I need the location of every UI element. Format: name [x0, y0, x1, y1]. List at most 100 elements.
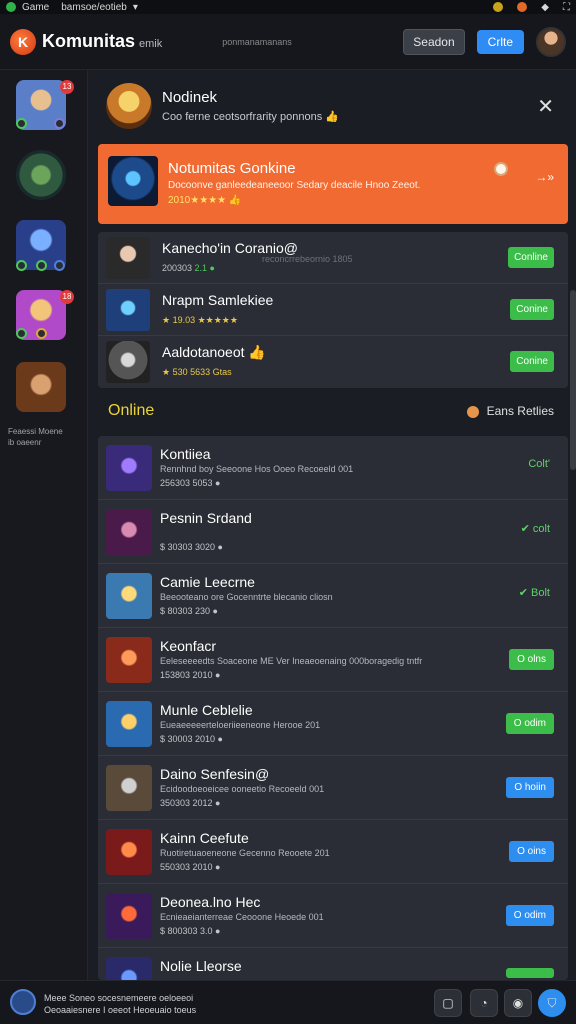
join-button[interactable]: Conine [510, 299, 554, 320]
list-item-title: Nrapm Samlekiee [162, 292, 274, 308]
table-row[interactable]: Munle Ceblelie Eueaeeeeerteloeriieeneone… [98, 692, 568, 756]
status-chip-icon [54, 118, 65, 129]
user-avatar[interactable] [10, 989, 36, 1015]
join-button[interactable]: Conline [508, 247, 554, 268]
shield-icon[interactable]: ⛉ [538, 989, 566, 1017]
meta-left: ★ 530 [162, 367, 191, 377]
row-avatar [106, 509, 152, 555]
row-desc: Eueaeeeeerteloeriieeneone Herooe 201 [160, 720, 321, 730]
row-title: Daino Senfesin@ [160, 766, 270, 782]
table-row[interactable]: Pesnin Srdand $ 30303 3020 ● ✔ colt [98, 500, 568, 564]
online-button[interactable]: O oins [509, 841, 554, 862]
online-filter-label: Eans Retlies [486, 404, 554, 418]
row-desc: Eeleseeeedts Soaceone ME Ver Ineaeoenain… [160, 656, 423, 666]
row-meta: 256303 5053 ● [160, 478, 221, 488]
scrollbar[interactable] [570, 290, 576, 470]
status-chip-icon [36, 260, 47, 271]
online-button[interactable]: O olns [509, 649, 554, 670]
close-icon[interactable]: ✕ [537, 94, 554, 119]
row-avatar [106, 829, 152, 875]
notification-badge: 13 [60, 80, 74, 94]
primary-button[interactable]: Crlte [476, 29, 524, 54]
row-desc: Ecidoodoeoeicee ooneetio Recoeeld 001 [160, 784, 325, 794]
sidebar-footer-text: Feaessi Moene ib oaeenr [8, 426, 63, 448]
session-button[interactable]: Seadon [403, 28, 465, 55]
row-desc: Rennhnd boy Seeoone Hos Ooeo Recoeeld 00… [160, 464, 354, 474]
row-title: Munle Ceblelie [160, 702, 253, 718]
controller-icon[interactable]: ◉ [504, 989, 532, 1017]
footer-line: Oeoaaiesnere I oeeot Heoeuaio toeus [44, 1005, 197, 1015]
featured-card[interactable]: Notumitas Gonkine Docoonve ganleedeaneeo… [98, 144, 568, 224]
status-url: bamsoe/eotieb [61, 1, 127, 13]
user-avatar[interactable] [536, 26, 566, 57]
row-title: Deonea.lno Hec [160, 894, 261, 910]
table-row[interactable]: Kainn Ceefute Ruotiretuaoeneone Gecenno … [98, 820, 568, 884]
row-title: Pesnin Srdand [160, 510, 252, 526]
row-title: Kainn Ceefute [160, 830, 249, 846]
table-row[interactable]: Keonfacr Eeleseeeedts Soaceone ME Ver In… [98, 628, 568, 692]
table-row[interactable]: Nolie Lleorse [98, 948, 568, 980]
list-item-extra: reconcrrebeornio 1805 [262, 254, 353, 264]
online-button[interactable] [506, 968, 554, 978]
row-meta: 153803 2010 ● [160, 670, 221, 680]
meta-right: 2.1 ● [194, 263, 215, 273]
join-button[interactable]: Conine [510, 351, 554, 372]
settings-icon[interactable] [517, 2, 528, 12]
status-chip-icon [16, 260, 27, 271]
chat-icon[interactable]: ▢ [434, 989, 462, 1017]
row-meta: $ 30003 2010 ● [160, 734, 223, 744]
header-center-text: ponmanamanans [222, 36, 292, 47]
online-button[interactable]: O odim [505, 713, 554, 734]
notification-subtitle: Coo ferne ceotsorfrarity ponnons 👍 [162, 111, 339, 123]
online-button[interactable]: O hoiin [506, 777, 554, 798]
coin-icon [494, 162, 508, 176]
footer-text: Meee Soneo socesnemeere oeloeeoi Oeoaaie… [44, 992, 196, 1016]
row-title: Kontiiea [160, 446, 211, 462]
row-status: Colt' [528, 458, 550, 470]
table-row[interactable]: Camie Leecrne Beeooteano ore Gocenntrte … [98, 564, 568, 628]
row-meta: $ 30303 3020 ● [160, 542, 223, 552]
list-item[interactable]: Aaldotanoeot 👍 ★ 530 5633 Gtas Conine [98, 336, 568, 388]
table-row[interactable]: Kontiiea Rennhnd boy Seeoone Hos Ooeo Re… [98, 436, 568, 500]
wifi-icon: ◆ [541, 1, 549, 13]
list-item-meta: 200303 2.1 ● [162, 263, 215, 273]
online-list: Kontiiea Rennhnd boy Seeoone Hos Ooeo Re… [98, 436, 568, 980]
footer-line: Meee Soneo socesnemeere oeloeeoi [44, 993, 194, 1003]
list-item-meta: ★ 19.03 ★★★★★ [162, 315, 238, 326]
meta-left: 200303 [162, 263, 195, 273]
brand-logo-icon[interactable]: K [10, 28, 36, 55]
row-title: Nolie Lleorse [160, 958, 242, 974]
brand-title: Komunitas [42, 31, 136, 51]
featured-rating: 2010★★★★ 👍 [168, 195, 242, 206]
list-item-image [106, 341, 150, 383]
featured-title: Notumitas Gonkine [168, 160, 296, 177]
table-row[interactable]: Deonea.lno Hec Ecnieaeianterreae Ceooone… [98, 884, 568, 948]
notification-avatar [106, 83, 152, 129]
list-item[interactable]: Nrapm Samlekiee ★ 19.03 ★★★★★ Conine [98, 284, 568, 336]
community-list: Kanecho'in Coranio@ 200303 2.1 ● reconcr… [98, 232, 568, 388]
online-filter[interactable]: Eans Retlies [466, 404, 554, 418]
expand-icon[interactable]: ⛶ [563, 2, 570, 13]
status-chip-icon [16, 328, 27, 339]
row-avatar [106, 893, 152, 939]
row-desc: Ruotiretuaoeneone Gecenno Reooete 201 [160, 848, 330, 858]
meta-right: ★★★★★ [197, 315, 238, 325]
sidebar-avatar-2[interactable] [16, 150, 66, 200]
sidebar: 13 18 Feaessi Moene ib oaeenr [0, 70, 88, 980]
list-item-image [106, 237, 150, 279]
featured-image [108, 156, 158, 206]
chevron-down-icon[interactable]: ▾ [133, 2, 138, 13]
sidebar-avatar-5[interactable] [16, 362, 66, 412]
row-avatar [106, 573, 152, 619]
list-item[interactable]: Kanecho'in Coranio@ 200303 2.1 ● reconcr… [98, 232, 568, 284]
featured-subtitle: Docoonve ganleedeaneeoor Sedary deacile … [168, 180, 421, 191]
table-row[interactable]: Daino Senfesin@ Ecidoodoeoeicee ooneetio… [98, 756, 568, 820]
main-panel: Nodinek Coo ferne ceotsorfrarity ponnons… [98, 74, 568, 980]
row-title: Camie Leecrne [160, 574, 255, 590]
online-button[interactable]: O odim [505, 905, 554, 926]
row-meta: 550303 2010 ● [160, 862, 221, 872]
sidebar-footer-line: Feaessi Moene [8, 427, 63, 436]
arrow-right-icon[interactable]: →» [535, 170, 554, 184]
row-desc: Ecnieaeianterreae Ceooone Heoede 001 [160, 912, 324, 922]
emoji-icon[interactable]: ◔ [470, 989, 498, 1017]
